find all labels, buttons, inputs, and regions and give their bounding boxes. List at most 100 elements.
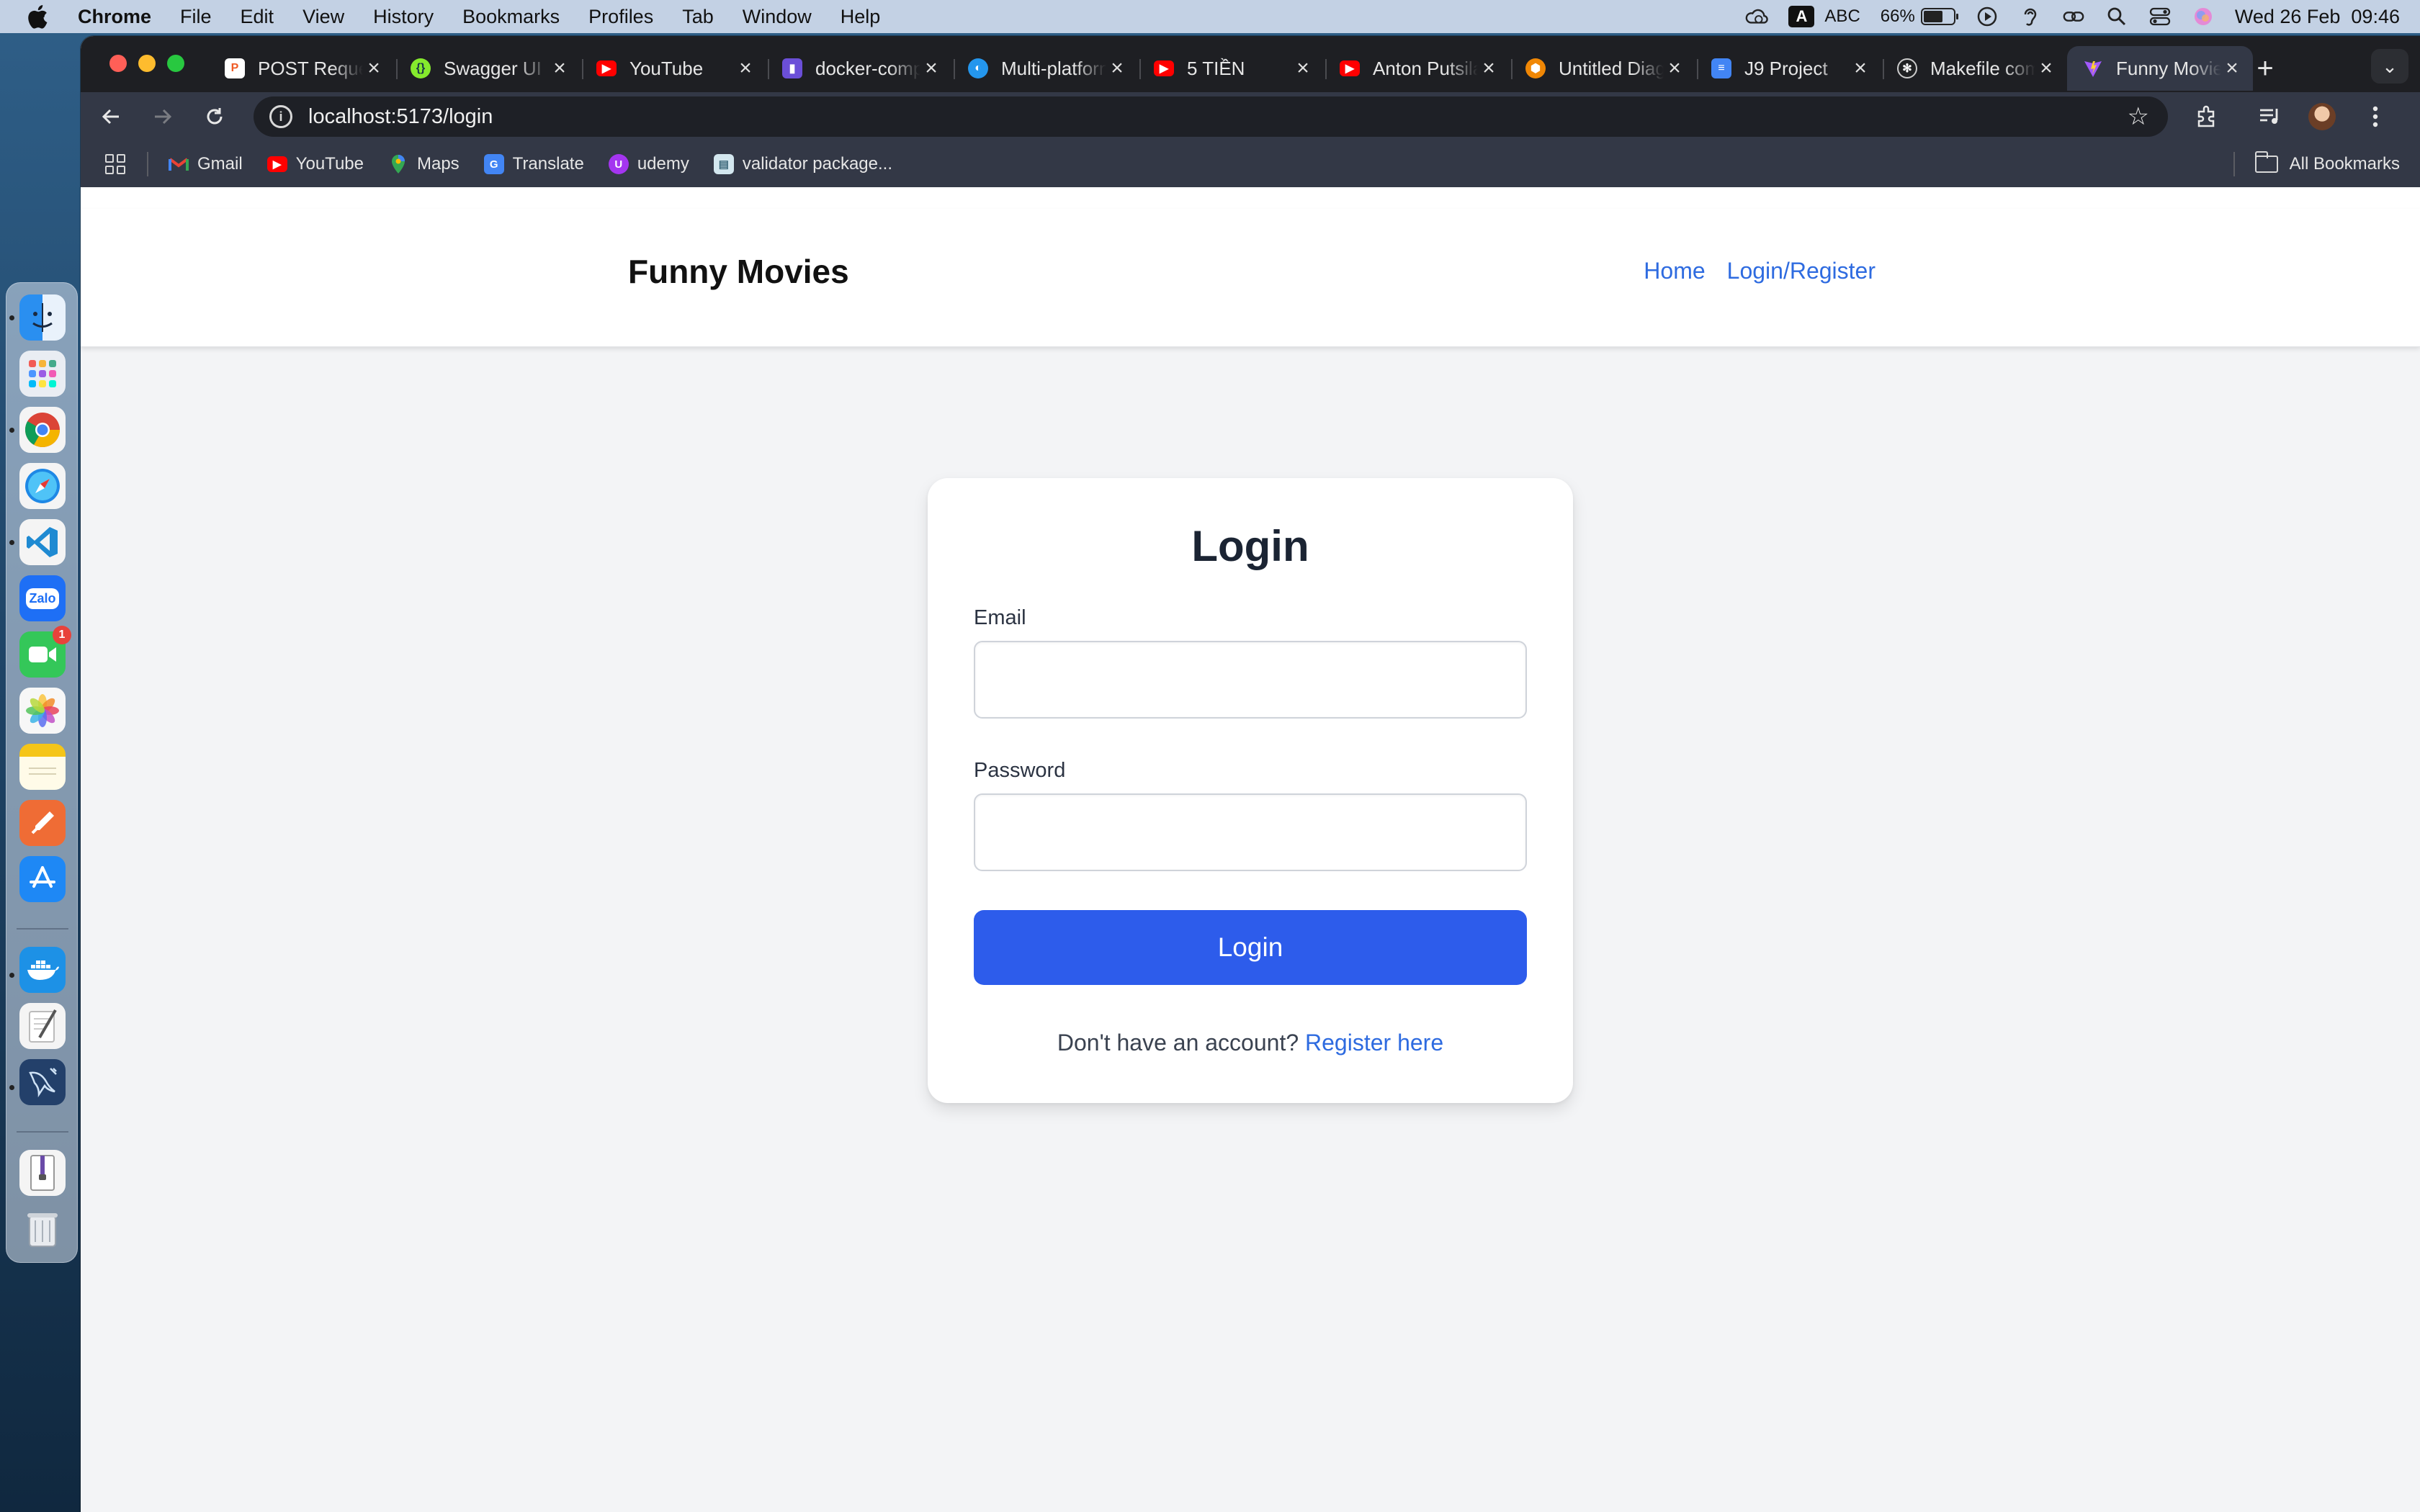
tab-untitled-diagram[interactable]: ⬢ Untitled Diagram × — [1510, 46, 1695, 91]
menu-chrome[interactable]: Chrome — [75, 6, 166, 28]
photos-icon[interactable] — [19, 688, 66, 734]
input-source[interactable]: A ABC — [1788, 6, 1860, 27]
notes-icon[interactable] — [19, 744, 66, 790]
bookmark-youtube[interactable]: ▶ YouTube — [266, 154, 364, 174]
tab-docker-compose[interactable]: ▮ docker-compose × — [766, 46, 952, 91]
tab-title: docker-compose — [815, 57, 920, 79]
close-icon[interactable]: × — [363, 56, 385, 81]
search-icon[interactable] — [2105, 5, 2128, 28]
browser-window: P POST Request × {} Swagger UI × ▶ YouTu… — [81, 36, 2420, 1512]
tab-funny-movies[interactable]: Funny Movies × — [2067, 46, 2253, 91]
close-icon[interactable]: × — [2221, 56, 2243, 81]
tab-title: POST Request — [258, 57, 363, 79]
launchpad-icon[interactable] — [19, 351, 66, 397]
profile-avatar[interactable] — [2306, 101, 2338, 132]
tab-j9-project[interactable]: ≡ J9 Project × — [1695, 46, 1881, 91]
safari-icon[interactable] — [19, 463, 66, 509]
cloud-sync-icon[interactable] — [1745, 5, 1769, 28]
login-button[interactable]: Login — [974, 910, 1527, 985]
close-icon[interactable]: × — [1478, 56, 1500, 81]
reload-button[interactable] — [199, 101, 230, 132]
facetime-icon[interactable]: 1 — [19, 626, 71, 678]
close-icon[interactable]: × — [1664, 56, 1685, 81]
close-icon[interactable]: × — [920, 56, 942, 81]
bookmark-translate[interactable]: G Translate — [483, 154, 584, 174]
tab-title: Anton Putsila — [1373, 57, 1478, 79]
nav-home-link[interactable]: Home — [1644, 258, 1705, 284]
zalo-icon[interactable]: Zalo — [19, 575, 66, 621]
address-bar[interactable]: i localhost:5173/login ☆ — [254, 96, 2168, 137]
tab-5-tien[interactable]: ▶ 5 TIỀN × — [1138, 46, 1324, 91]
menu-window[interactable]: Window — [728, 6, 826, 28]
clock[interactable]: Wed 26 Feb 09:46 — [2235, 6, 2400, 28]
minimize-window-button[interactable] — [138, 55, 156, 72]
trash-icon[interactable] — [19, 1206, 66, 1252]
close-icon[interactable]: × — [1106, 56, 1128, 81]
apps-grid-icon[interactable] — [105, 154, 125, 174]
back-button[interactable] — [95, 101, 127, 132]
zoom-window-button[interactable] — [167, 55, 184, 72]
extensions-icon[interactable] — [2191, 101, 2223, 132]
battery-status[interactable]: 66% — [1880, 6, 1958, 27]
email-field[interactable] — [974, 641, 1527, 719]
site-brand[interactable]: Funny Movies — [628, 252, 849, 291]
bookmark-validator-package[interactable]: ▤ validator package... — [713, 154, 892, 174]
mysql-workbench-icon[interactable] — [19, 1059, 66, 1105]
docker-icon[interactable] — [19, 947, 66, 993]
tab-post-request[interactable]: P POST Request × — [209, 46, 395, 91]
zip-archive-icon[interactable] — [19, 1150, 66, 1196]
close-icon[interactable]: × — [1850, 56, 1871, 81]
menu-file[interactable]: File — [166, 6, 226, 28]
app-store-icon[interactable] — [19, 856, 66, 902]
menu-bookmarks[interactable]: Bookmarks — [448, 6, 574, 28]
siri-icon[interactable] — [2192, 5, 2215, 28]
close-icon[interactable]: × — [1292, 56, 1314, 81]
youtube-icon: ▶ — [1340, 60, 1360, 76]
tab-search-button[interactable]: ⌄ — [2371, 49, 2408, 84]
close-window-button[interactable] — [109, 55, 127, 72]
tab-anton-putsila[interactable]: ▶ Anton Putsila × — [1324, 46, 1510, 91]
bookmark-udemy[interactable]: U udemy — [608, 154, 689, 174]
bookmarks-divider — [147, 152, 148, 176]
tab-swagger[interactable]: {} Swagger UI × — [395, 46, 581, 91]
tab-multi-platform[interactable]: ◐ Multi-platform × — [952, 46, 1138, 91]
bookmark-star-icon[interactable]: ☆ — [2128, 102, 2149, 131]
close-icon[interactable]: × — [2035, 56, 2057, 81]
textedit-icon[interactable] — [19, 1003, 66, 1049]
all-bookmarks-button[interactable]: All Bookmarks — [2233, 141, 2400, 187]
menu-profiles[interactable]: Profiles — [574, 6, 668, 28]
dock: Zalo 1 — [6, 282, 78, 1263]
menu-edit[interactable]: Edit — [226, 6, 289, 28]
media-control-icon[interactable] — [2254, 101, 2286, 132]
bookmark-gmail[interactable]: Gmail — [169, 154, 243, 174]
vscode-icon[interactable] — [19, 519, 66, 565]
hearing-icon[interactable] — [2019, 5, 2042, 28]
chrome-menu-icon[interactable] — [2360, 101, 2391, 132]
finder-icon[interactable] — [19, 294, 66, 341]
battery-percent: 66% — [1880, 6, 1915, 26]
menu-help[interactable]: Help — [826, 6, 895, 28]
register-link[interactable]: Register here — [1305, 1030, 1443, 1056]
forward-button[interactable] — [147, 101, 179, 132]
nav-login-register-link[interactable]: Login/Register — [1727, 258, 1876, 284]
site-info-icon[interactable]: i — [269, 105, 292, 128]
tab-makefile[interactable]: ✻ Makefile commands × — [1881, 46, 2067, 91]
control-center-icon[interactable] — [2148, 5, 2172, 28]
menu-tab[interactable]: Tab — [668, 6, 728, 28]
new-tab-button[interactable]: + — [2247, 50, 2283, 86]
close-icon[interactable]: × — [549, 56, 570, 81]
tab-youtube[interactable]: ▶ YouTube × — [581, 46, 766, 91]
link-icon[interactable] — [2062, 5, 2085, 28]
menu-history[interactable]: History — [359, 6, 448, 28]
apple-menu-icon[interactable] — [0, 4, 75, 29]
input-source-icon: A — [1788, 6, 1815, 27]
chrome-icon[interactable] — [19, 407, 66, 453]
dock-separator — [17, 928, 68, 930]
bookmark-maps[interactable]: Maps — [388, 154, 460, 174]
macos-menu-bar: Chrome File Edit View History Bookmarks … — [0, 0, 2420, 33]
password-field[interactable] — [974, 793, 1527, 871]
close-icon[interactable]: × — [735, 56, 756, 81]
postman-icon[interactable] — [19, 800, 66, 846]
menu-view[interactable]: View — [288, 6, 359, 28]
play-circle-icon[interactable] — [1976, 5, 1999, 28]
